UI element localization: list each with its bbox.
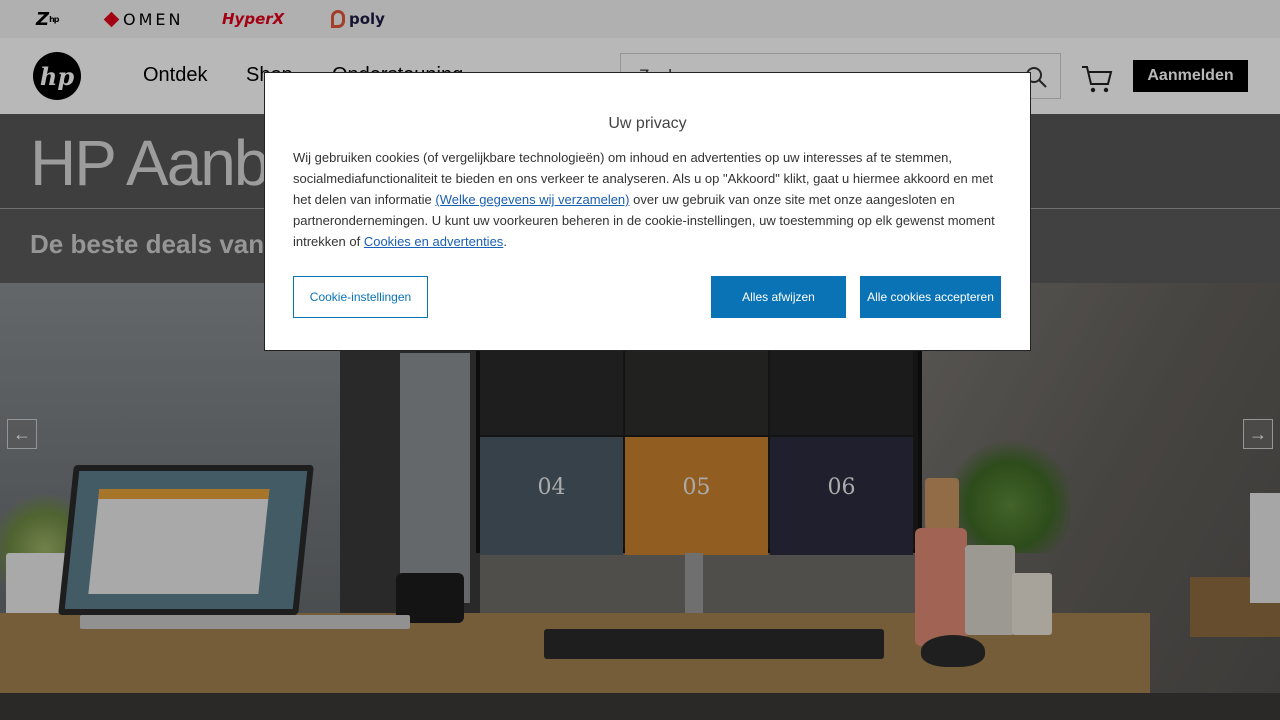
privacy-modal-text: Wij gebruiken cookies (of vergelijkbare … — [293, 147, 1005, 252]
privacy-modal: Uw privacy Wij gebruiken cookies (of ver… — [264, 72, 1031, 351]
cookies-ads-link[interactable]: Cookies en advertenties — [364, 234, 503, 249]
privacy-modal-title: Uw privacy — [608, 115, 687, 132]
cookie-settings-button[interactable]: Cookie-instellingen — [293, 276, 428, 318]
accept-all-button[interactable]: Alle cookies accepteren — [860, 276, 1001, 318]
privacy-text-part-3: . — [503, 234, 507, 249]
privacy-data-link[interactable]: (Welke gegevens wij verzamelen) — [435, 192, 629, 207]
reject-all-button[interactable]: Alles afwijzen — [711, 276, 846, 318]
